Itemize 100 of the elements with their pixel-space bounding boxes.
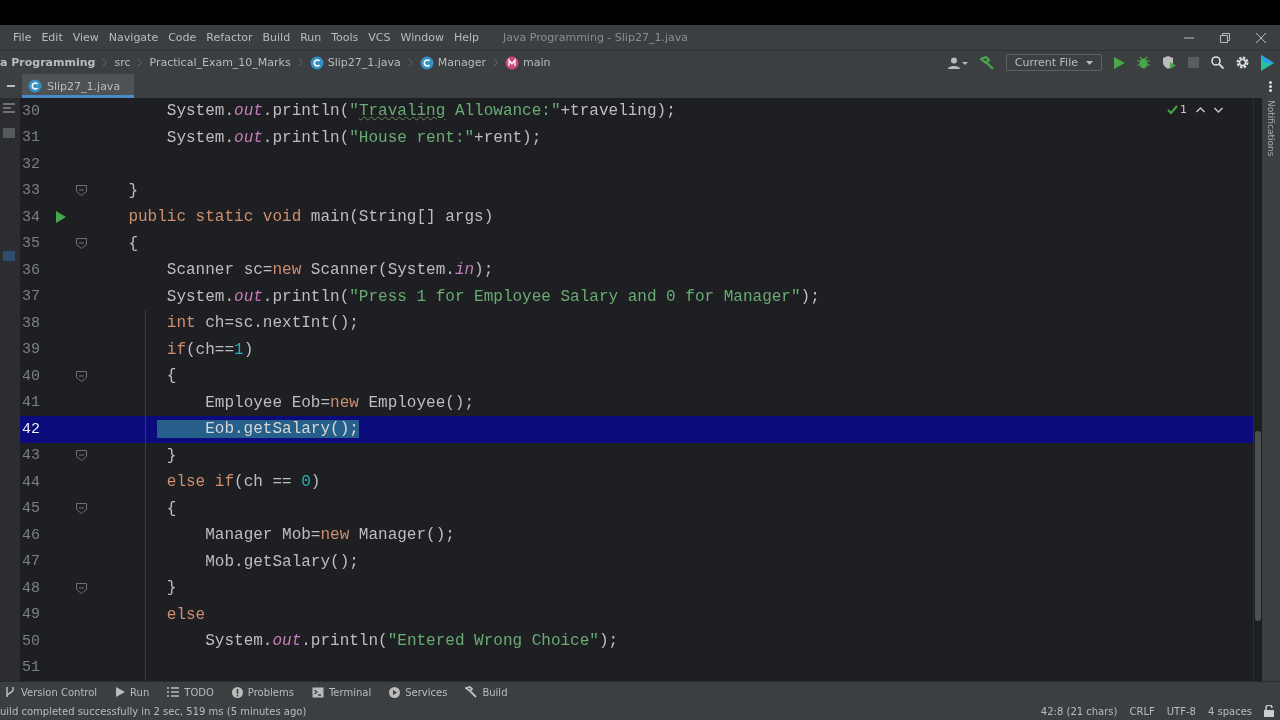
chevron-icon <box>297 58 303 67</box>
more-icon[interactable] <box>1269 80 1272 92</box>
line-number: 43 <box>21 447 41 465</box>
menu-item[interactable]: Navigate <box>103 31 164 44</box>
restore-icon[interactable] <box>1220 32 1230 43</box>
code-line: Manager Mob=new Manager(); <box>204 526 455 545</box>
tool-window-button[interactable]: Run <box>130 686 150 698</box>
menu-item[interactable]: Edit <box>36 31 68 44</box>
lock-icon[interactable] <box>1264 705 1274 717</box>
run-icon[interactable] <box>56 211 66 224</box>
tool-window-button[interactable]: Services <box>405 686 448 698</box>
tool-window-button[interactable]: Problems <box>247 686 294 698</box>
menu-item[interactable]: Code <box>163 31 202 44</box>
status-item[interactable]: CRLF <box>1129 705 1155 717</box>
chevron-down-icon[interactable] <box>1214 106 1223 113</box>
menu-item[interactable]: Refactor <box>201 31 258 44</box>
line-number: 36 <box>21 261 41 279</box>
chevron-icon <box>407 58 413 67</box>
fold-icon[interactable] <box>75 185 87 197</box>
line-number: 31 <box>21 129 41 147</box>
exclamation-icon <box>231 686 243 698</box>
line-number: 48 <box>21 579 41 597</box>
chevron-icon <box>137 58 143 67</box>
check-icon <box>1167 104 1178 115</box>
line-number: 50 <box>21 632 41 650</box>
user-icon[interactable] <box>947 56 968 69</box>
list-icon <box>167 687 180 697</box>
breadcrumb-item[interactable]: Slip27_1.java <box>327 56 401 69</box>
code-line: { <box>165 367 177 386</box>
menu-item[interactable]: Build <box>257 31 296 44</box>
line-number: 35 <box>21 235 41 253</box>
line-number: 32 <box>21 155 41 173</box>
terminal-icon <box>311 686 324 698</box>
breadcrumb-item[interactable]: Practical_Exam_10_Marks <box>149 56 291 69</box>
code-line: } <box>127 181 138 200</box>
tool-window-button[interactable]: Build <box>482 686 508 698</box>
code-line: Employee Eob=new Employee(); <box>204 393 475 412</box>
editor-tab[interactable]: Slip27_1.java <box>22 74 135 98</box>
notifications-tab[interactable]: Notifications <box>1266 100 1276 157</box>
code-line: System.out.println("Press 1 for Employee Salary and 0 for Manager"); <box>165 287 820 306</box>
menu-item[interactable]: Window <box>395 31 449 44</box>
hammer-icon <box>465 686 478 698</box>
fold-icon[interactable] <box>75 450 87 462</box>
code-line: if(ch==1) <box>165 340 254 359</box>
services-icon <box>389 686 401 698</box>
code-line: else if(ch == 0) <box>165 473 321 492</box>
menu-item[interactable]: Tools <box>326 31 364 44</box>
line-number: 46 <box>21 526 41 544</box>
tool-window-button[interactable]: Version Control <box>21 686 98 698</box>
class-icon <box>309 55 324 70</box>
marker-icon[interactable] <box>3 251 15 261</box>
status-item[interactable]: 4 spaces <box>1207 705 1252 717</box>
status-item[interactable]: UTF-8 <box>1166 705 1196 717</box>
breadcrumb-item[interactable]: Manager <box>437 56 487 69</box>
line-number: 47 <box>21 553 41 571</box>
code-line: System.out.println("House rent:"+rent); <box>165 128 542 147</box>
tool-window-button[interactable]: Terminal <box>328 686 372 698</box>
hammer-icon[interactable] <box>979 55 994 70</box>
line-number: 37 <box>21 288 41 306</box>
line-number: 34 <box>21 208 41 226</box>
breadcrumb-item[interactable]: src <box>114 56 131 69</box>
line-number: 49 <box>21 606 41 624</box>
line-number: 51 <box>21 659 41 677</box>
fold-icon[interactable] <box>75 370 87 382</box>
breadcrumb-item[interactable]: a Programming <box>0 56 96 69</box>
line-number: 38 <box>21 314 41 332</box>
run-icon[interactable] <box>1114 56 1125 69</box>
chevron-up-icon[interactable] <box>1196 106 1205 113</box>
menu-item[interactable]: Run <box>295 31 327 44</box>
run-config-dropdown[interactable]: Current File <box>1005 54 1102 71</box>
app-logo-icon[interactable] <box>1261 54 1274 71</box>
scrollbar-thumb[interactable] <box>1255 431 1261 621</box>
code-line: else <box>165 605 206 624</box>
menu-item[interactable]: VCS <box>363 31 396 44</box>
code-line: public static void main(String[] args) <box>127 208 494 227</box>
fold-icon[interactable] <box>75 503 87 515</box>
close-icon[interactable] <box>1256 32 1266 43</box>
code-line: { <box>127 234 138 253</box>
tool-window-button[interactable]: TODO <box>184 686 214 698</box>
menu-item[interactable]: Help <box>448 31 484 44</box>
search-icon[interactable] <box>1211 56 1224 69</box>
method-icon <box>505 55 520 70</box>
line-number: 33 <box>21 182 41 200</box>
menu-item[interactable]: View <box>67 31 104 44</box>
structure-icon[interactable] <box>3 103 15 113</box>
code-line: System.out.println("Entered Wrong Choice"); <box>204 632 619 651</box>
settings-icon[interactable] <box>1236 56 1249 69</box>
chevron-icon <box>493 58 499 67</box>
code-line: Mob.getSalary(); <box>204 552 359 571</box>
menu-item[interactable]: File <box>8 31 37 44</box>
breadcrumb-item[interactable]: main <box>523 56 551 69</box>
inspection-count[interactable]: 1 <box>1180 103 1187 116</box>
fold-icon[interactable] <box>75 582 87 594</box>
fold-icon[interactable] <box>75 238 87 250</box>
coverage-run-icon[interactable] <box>1162 56 1176 69</box>
line-number: 39 <box>21 341 41 359</box>
code-line: { <box>165 499 177 518</box>
line-number: 42 <box>21 420 41 438</box>
status-item[interactable]: 42:8 (21 chars) <box>1040 705 1118 717</box>
bug-icon[interactable] <box>1137 56 1150 69</box>
